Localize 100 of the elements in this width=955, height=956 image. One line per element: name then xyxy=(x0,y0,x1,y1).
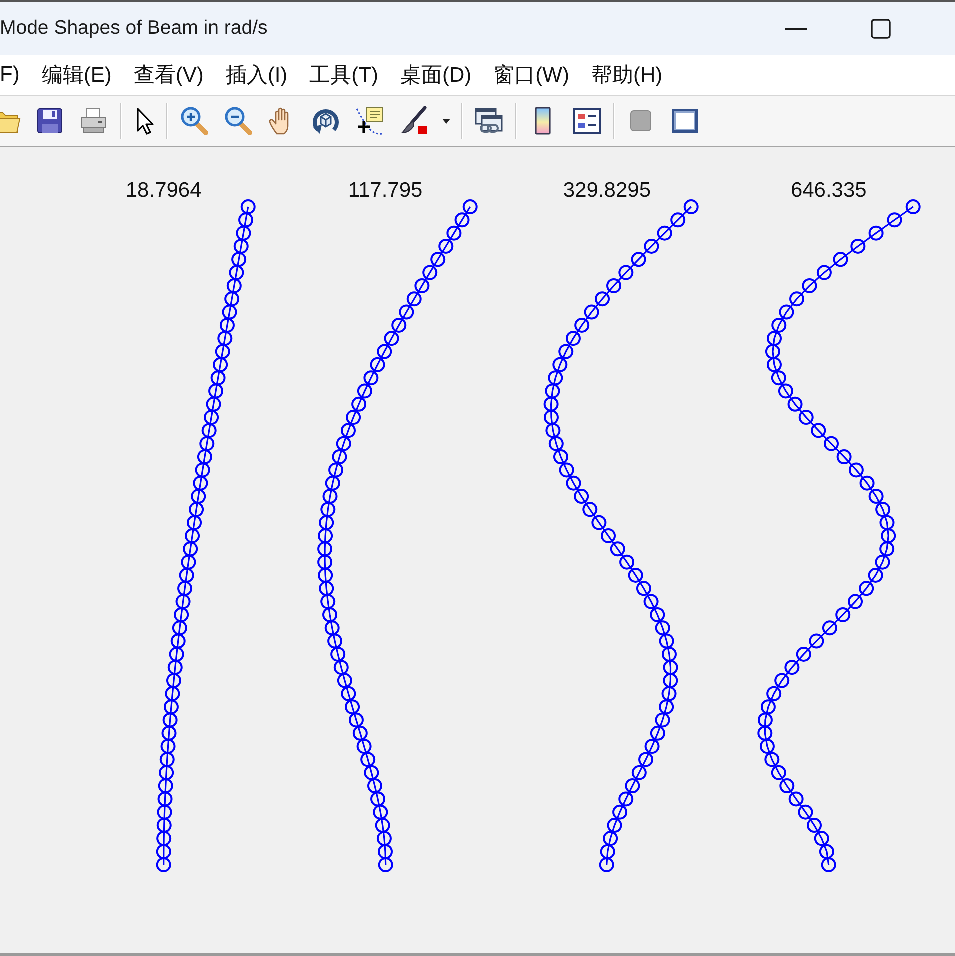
point-marker xyxy=(766,686,782,702)
point-marker xyxy=(184,528,200,544)
point-marker xyxy=(814,831,830,846)
point-marker xyxy=(162,726,177,741)
point-marker xyxy=(360,752,376,768)
point-marker xyxy=(618,265,634,280)
point-marker xyxy=(181,554,196,570)
point-marker xyxy=(778,384,794,399)
caret-icon[interactable] xyxy=(442,118,451,124)
point-marker xyxy=(363,370,378,386)
point-marker xyxy=(356,384,372,399)
point-marker xyxy=(226,278,242,294)
point-marker xyxy=(158,792,173,807)
point-marker xyxy=(212,357,228,372)
point-marker xyxy=(859,581,874,596)
point-marker xyxy=(318,515,334,530)
point-marker xyxy=(333,660,348,676)
point-marker xyxy=(376,831,392,846)
point-marker xyxy=(218,331,232,346)
minimize-icon[interactable] xyxy=(785,28,807,30)
point-marker xyxy=(868,568,884,583)
point-marker xyxy=(860,476,875,491)
point-marker xyxy=(324,620,340,636)
menu-item[interactable]: 桌面(D) xyxy=(400,61,472,89)
point-marker xyxy=(157,804,172,820)
point-marker xyxy=(779,304,794,320)
point-marker xyxy=(758,712,773,728)
point-marker xyxy=(774,673,790,688)
point-marker xyxy=(875,554,890,570)
point-marker xyxy=(344,700,360,715)
point-marker xyxy=(620,554,635,570)
menu-item[interactable]: F) xyxy=(0,63,20,87)
point-marker xyxy=(176,594,191,610)
point-marker xyxy=(606,278,622,294)
point-marker xyxy=(544,396,560,412)
point-marker xyxy=(376,344,392,360)
menu-item[interactable]: 帮助(H) xyxy=(591,61,663,89)
point-marker xyxy=(320,502,336,518)
maximize-icon[interactable] xyxy=(871,18,891,38)
point-marker xyxy=(645,739,660,754)
menu-item[interactable]: 工具(T) xyxy=(310,61,378,89)
point-marker xyxy=(374,818,390,834)
point-marker xyxy=(798,410,814,426)
point-marker xyxy=(819,844,834,860)
menu-item[interactable]: 查看(V) xyxy=(134,61,204,89)
point-marker xyxy=(760,739,775,754)
point-marker xyxy=(552,357,568,372)
point-marker xyxy=(656,620,671,636)
point-marker xyxy=(758,726,773,741)
point-marker xyxy=(430,252,446,268)
point-marker xyxy=(324,476,340,491)
point-marker xyxy=(346,410,361,426)
point-marker xyxy=(644,594,659,610)
point-marker xyxy=(318,528,333,544)
point-marker xyxy=(796,646,812,662)
point-marker xyxy=(160,739,176,754)
plot-title: 646.335 xyxy=(790,181,867,201)
point-marker xyxy=(659,700,674,715)
point-marker xyxy=(215,344,230,360)
point-marker xyxy=(165,686,180,702)
point-marker xyxy=(670,212,686,228)
point-marker xyxy=(164,700,179,715)
menu-item[interactable]: 窗口(W) xyxy=(494,61,570,89)
point-marker xyxy=(438,238,454,254)
point-marker xyxy=(348,712,364,728)
point-marker xyxy=(378,844,393,860)
point-marker xyxy=(391,318,406,333)
menu-item[interactable]: 插入(I) xyxy=(226,61,288,89)
point-marker xyxy=(156,831,172,846)
point-marker xyxy=(802,278,818,294)
point-marker xyxy=(806,818,822,834)
point-marker xyxy=(850,238,866,254)
point-marker xyxy=(208,384,224,399)
point-marker xyxy=(798,804,814,820)
point-marker xyxy=(868,489,884,504)
window-title: Mode Shapes of Beam in rad/s xyxy=(0,17,268,40)
point-marker xyxy=(632,252,646,268)
point-marker xyxy=(340,423,356,438)
point-marker xyxy=(322,607,338,622)
point-marker xyxy=(766,331,782,346)
point-marker xyxy=(655,712,670,728)
menu-item[interactable]: 编辑(E) xyxy=(42,61,112,89)
point-marker xyxy=(156,844,172,860)
point-marker xyxy=(836,607,851,622)
point-marker xyxy=(234,238,249,254)
point-marker xyxy=(322,489,338,504)
point-marker xyxy=(684,200,700,214)
point-marker xyxy=(398,304,414,320)
point-marker xyxy=(809,634,824,649)
point-marker xyxy=(162,712,178,728)
point-marker xyxy=(328,462,344,478)
point-marker xyxy=(618,792,634,807)
point-marker xyxy=(546,423,561,438)
point-marker xyxy=(166,673,182,688)
point-marker xyxy=(610,542,626,557)
point-marker xyxy=(650,726,666,741)
data-cursor-icon[interactable] xyxy=(354,105,386,137)
point-marker xyxy=(160,752,175,768)
point-marker xyxy=(340,686,356,702)
legend-icon[interactable] xyxy=(571,105,603,137)
